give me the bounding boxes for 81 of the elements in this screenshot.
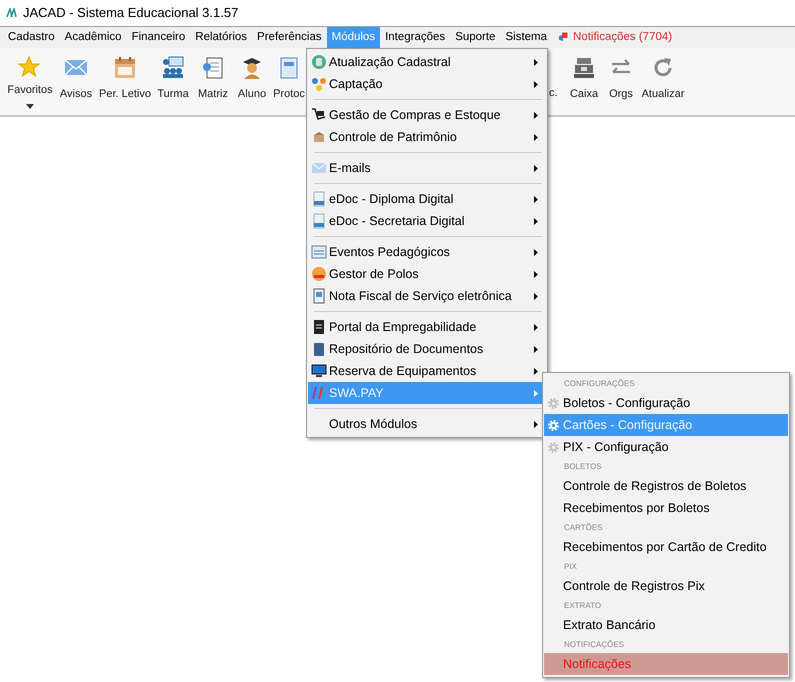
submenu-arrow-icon (534, 390, 538, 396)
submenu-arrow-icon (534, 196, 538, 202)
menu-item[interactable]: Repositório de Documentos (308, 338, 546, 360)
submenu-arrow-icon (534, 58, 538, 66)
notification-icon (558, 32, 568, 43)
submenu-arrow-icon (534, 248, 538, 256)
toolbar-button[interactable]: Per. Letivo (98, 48, 152, 115)
menu-item[interactable]: eDoc - Diploma Digital (308, 188, 546, 210)
submenu-arrow-icon (534, 134, 538, 140)
submenu-arrow-icon (534, 164, 538, 172)
toolbar-button[interactable]: c. (549, 48, 565, 115)
section-header: EXTRATO (564, 600, 602, 612)
section-header: CONFIGURAÇÕES (564, 378, 635, 390)
menu-item[interactable]: Suporte (450, 27, 500, 48)
toolbar-button[interactable]: Protoc (272, 48, 306, 115)
menu-item[interactable]: Cadastro (3, 27, 60, 48)
section-header: CARTÕES (564, 522, 603, 534)
menu-item[interactable]: Extrato Bancário (544, 614, 788, 636)
menu-item[interactable]: Recebimentos por Boletos (544, 497, 788, 519)
toolbar-button[interactable]: Turma (152, 48, 194, 115)
menu-item[interactable]: Preferências (252, 27, 327, 48)
section-header: NOTIFICAÇÕES (564, 639, 624, 651)
menu-item[interactable]: Nota Fiscal de Serviço eletrônica (308, 285, 546, 307)
submenu-arrow-icon (534, 346, 538, 352)
notifications-menu[interactable]: Notificações (7704) (571, 27, 674, 48)
menu-item[interactable]: Reserva de Equipamentos (308, 360, 546, 382)
app-logo-icon (6, 8, 17, 18)
menu-item[interactable]: Atualização Cadastral (308, 51, 546, 73)
menu-item[interactable]: Eventos Pedagógicos (308, 241, 546, 263)
window-title: JACAD - Sistema Educacional 3.1.57 (23, 4, 238, 22)
menu-item[interactable]: Controle de Patrimônio (308, 126, 546, 148)
diploma-icon (310, 213, 326, 229)
invoice-icon (310, 288, 326, 304)
menu-item[interactable]: Financeiro (126, 27, 190, 48)
cash-register-icon (572, 56, 596, 80)
caret-icon (26, 104, 34, 108)
toolbar-button[interactable]: Orgs (603, 48, 639, 115)
menu-item[interactable]: PIX - Configuração (544, 436, 788, 458)
people-icon (310, 76, 326, 92)
menu-item[interactable]: Recebimentos por Cartão de Credito (544, 536, 788, 558)
toolbar-button[interactable]: Caixa (565, 48, 603, 115)
toolbar-button[interactable]: Atualizar (639, 48, 687, 115)
menu-item[interactable]: Boletos - Configuração (544, 392, 788, 414)
menu-item[interactable]: Captação (308, 73, 546, 95)
submenu-arrow-icon (534, 292, 538, 300)
favorites-dropdown[interactable]: Favoritos (6, 48, 54, 115)
submenu-arrow-icon (534, 420, 538, 428)
submenu-arrow-icon (534, 324, 538, 330)
section-header: BOLETOS (564, 461, 602, 473)
diploma-icon (310, 191, 326, 207)
submenu-arrow-icon (534, 270, 538, 278)
menu-item[interactable]: Relatórios (190, 27, 252, 48)
document-badge-icon (201, 56, 225, 80)
menu-item[interactable]: E-mails (308, 157, 546, 179)
menu-item[interactable]: Outros Módulos (308, 413, 546, 435)
calendar-icon (113, 56, 137, 80)
submenu-arrow-icon (534, 368, 538, 374)
toolbar-button[interactable]: Aluno (232, 48, 272, 115)
star-icon (18, 56, 42, 80)
menu-item[interactable]: Gestão de Compras e Estoque (308, 104, 546, 126)
menu-item[interactable]: Integrações (380, 27, 450, 48)
menu-item[interactable]: eDoc - Secretaria Digital (308, 210, 546, 232)
toolbar-button[interactable]: Matriz (194, 48, 232, 115)
menu-item[interactable]: Controle de Registros de Boletos (544, 475, 788, 497)
menu-item[interactable]: Sistema (500, 27, 552, 48)
submenu-arrow-icon (534, 80, 538, 88)
monitor-icon (310, 363, 326, 379)
submenu-arrow-icon (534, 112, 538, 118)
menu-item[interactable]: Portal da Empregabilidade (308, 316, 546, 338)
submenu-arrow-icon (534, 218, 538, 224)
calendar-icon (310, 244, 326, 260)
cart-icon (310, 107, 326, 123)
envelope-icon (310, 160, 326, 176)
section-header: PIX (564, 561, 577, 573)
toolbar-button[interactable]: Avisos (54, 48, 98, 115)
class-icon (161, 56, 185, 80)
database-icon (310, 54, 326, 70)
menu-item[interactable]: Gestor de Polos (308, 263, 546, 285)
face-icon (310, 266, 326, 282)
menu-item[interactable]: Acadêmico (60, 27, 127, 48)
menu-item[interactable]: Controle de Registros Pix (544, 575, 788, 597)
